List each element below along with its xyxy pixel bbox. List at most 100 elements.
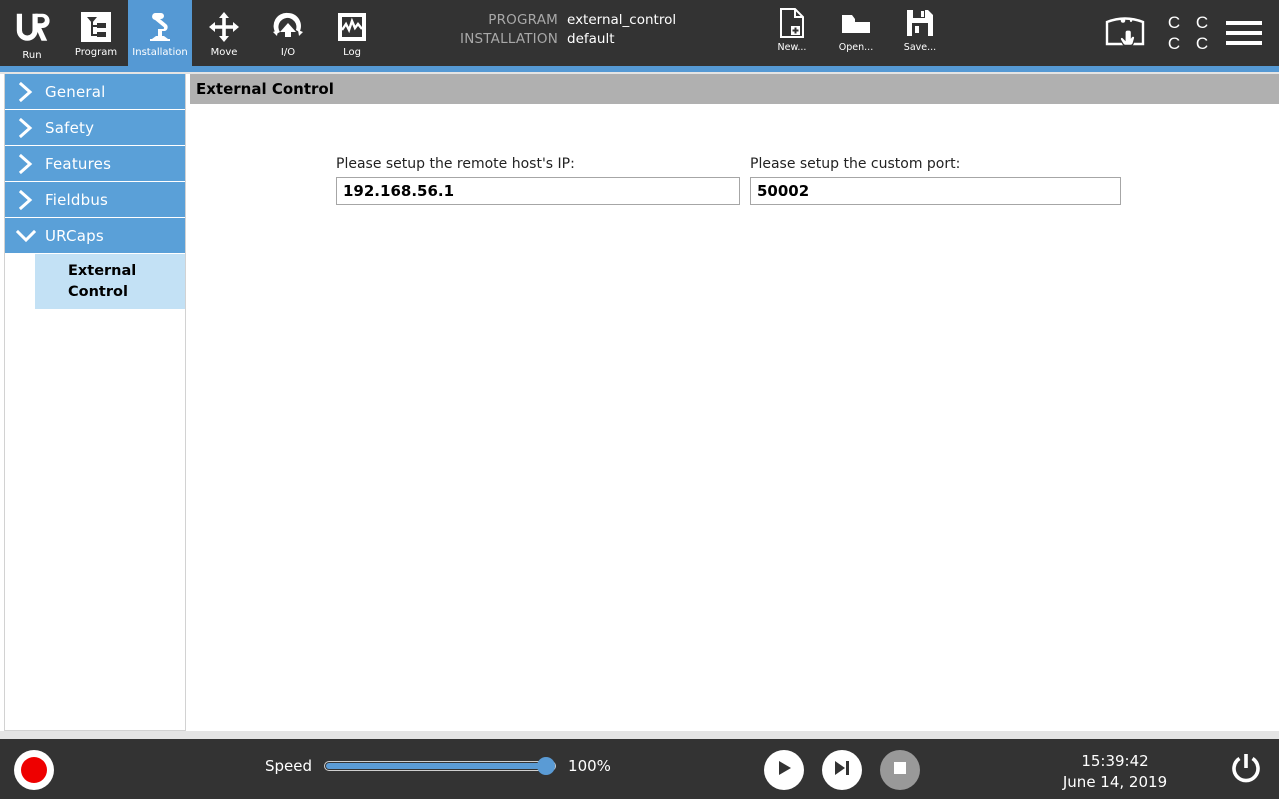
program-name: external_control (567, 11, 676, 30)
emergency-stop-icon[interactable] (14, 750, 54, 790)
file-action-label: New... (778, 42, 807, 53)
sidebar-item-features[interactable]: Features (5, 146, 185, 182)
sidebar-subitem-label: External Control (68, 263, 136, 300)
sidebar-item-label: Features (37, 155, 111, 173)
chevron-right-icon (15, 189, 37, 211)
bottom-divider (0, 731, 1279, 739)
installation-label: INSTALLATION (425, 30, 567, 49)
teach-pendant-touch-icon (1101, 13, 1149, 53)
page-title-text: External Control (196, 80, 334, 98)
play-button[interactable] (764, 750, 804, 790)
remote-host-ip-label: Please setup the remote host's IP: (336, 156, 740, 172)
custom-port-label: Please setup the custom port: (750, 156, 1121, 172)
save-button[interactable]: Save... (888, 6, 952, 53)
new-button[interactable]: New... (760, 6, 824, 53)
nav-tab-label: Installation (132, 47, 187, 58)
hamburger-bar (1226, 31, 1262, 35)
main-content: External Control Please setup the remote… (190, 74, 1279, 731)
program-row: PROGRAM external_control (425, 11, 765, 30)
cc-cell: C (1168, 14, 1180, 32)
new-file-icon (776, 6, 808, 40)
chevron-right-icon (15, 117, 37, 139)
hamburger-bar (1226, 21, 1262, 25)
program-tree-icon (77, 8, 115, 46)
move-arrows-icon (205, 8, 243, 46)
open-button[interactable]: Open... (824, 6, 888, 53)
hamburger-bar (1226, 41, 1262, 45)
step-button[interactable] (822, 750, 862, 790)
nav-tab-io[interactable]: I/O (256, 0, 320, 66)
custom-port-input[interactable] (750, 177, 1121, 205)
sidebar-item-fieldbus[interactable]: Fieldbus (5, 182, 185, 218)
stop-button[interactable] (880, 750, 920, 790)
file-actions: New... Open... (760, 6, 952, 53)
chevron-right-icon (15, 153, 37, 175)
installation-sidebar: General Safety Features (4, 74, 186, 731)
speed-value: 100% (568, 757, 611, 775)
stop-icon (892, 760, 908, 780)
nav-tab-program[interactable]: Program (64, 0, 128, 66)
nav-tab-move[interactable]: Move (192, 0, 256, 66)
clock: 15:39:42 June 14, 2019 (1020, 751, 1210, 793)
clock-time: 15:39:42 (1020, 751, 1210, 772)
nav-tab-label: Log (343, 47, 361, 58)
program-label: PROGRAM (425, 11, 567, 30)
cc-cell: C (1196, 14, 1208, 32)
installation-name: default (567, 30, 615, 49)
emergency-stop-inner (21, 757, 47, 783)
installation-row: INSTALLATION default (425, 30, 765, 49)
nav-tab-log[interactable]: Log (320, 0, 384, 66)
nav-tab-label: Move (211, 47, 238, 58)
robot-arm-icon (141, 8, 179, 46)
custom-port-field-group: Please setup the custom port: (750, 156, 1121, 205)
power-button[interactable] (1228, 753, 1264, 789)
nav-tab-label: Run (22, 50, 41, 61)
cc-cell: C (1196, 35, 1208, 53)
speed-control: Speed 100% (265, 757, 611, 775)
sidebar-item-external-control[interactable]: External Control (35, 254, 185, 309)
teach-pendant-touch-icon-button[interactable] (1090, 8, 1160, 58)
speed-slider[interactable] (324, 760, 556, 772)
nav-tab-run[interactable]: Run (0, 0, 64, 66)
bottom-status-bar: Speed 100% (0, 739, 1279, 799)
speed-slider-knob[interactable] (537, 757, 555, 775)
sidebar-item-general[interactable]: General (5, 74, 185, 110)
ur-polyscope-window: Run Program (0, 0, 1279, 799)
cc-cell: C (1168, 35, 1180, 53)
file-action-label: Open... (839, 42, 873, 53)
sidebar-item-label: General (37, 83, 106, 101)
save-floppy-icon (904, 6, 936, 40)
external-control-form: Please setup the remote host's IP: Pleas… (190, 104, 1279, 731)
hamburger-menu-icon[interactable] (1216, 8, 1272, 58)
remote-host-ip-field-group: Please setup the remote host's IP: (336, 156, 740, 205)
open-folder-icon (840, 6, 872, 40)
nav-tab-label: I/O (281, 47, 295, 58)
power-icon (1229, 752, 1263, 790)
sidebar-item-label: Fieldbus (37, 191, 108, 209)
sidebar-item-urcaps[interactable]: URCaps (5, 218, 185, 254)
speed-slider-fill (326, 763, 548, 769)
top-toolbar: Run Program (0, 0, 1279, 66)
toolbar-right-icons: C C C C (1090, 0, 1272, 66)
play-icon (775, 759, 793, 781)
log-graph-icon (333, 8, 371, 46)
sidebar-item-label: Safety (37, 119, 94, 137)
sidebar-item-safety[interactable]: Safety (5, 110, 185, 146)
clock-date: June 14, 2019 (1020, 772, 1210, 793)
io-circle-arrow-icon (269, 8, 307, 46)
chevron-right-icon (15, 81, 37, 103)
page-title: External Control (190, 74, 1279, 104)
program-info: PROGRAM external_control INSTALLATION de… (425, 11, 765, 49)
chevron-down-icon (15, 225, 37, 247)
transport-controls (764, 750, 920, 790)
main-nav-tabs: Run Program (0, 0, 384, 66)
step-icon (833, 759, 851, 781)
remote-host-ip-input[interactable] (336, 177, 740, 205)
file-action-label: Save... (904, 42, 936, 53)
ur-logo-icon (13, 5, 51, 49)
cc-indicator-grid[interactable]: C C C C (1160, 14, 1216, 53)
speed-label: Speed (265, 757, 312, 775)
sidebar-item-label: URCaps (37, 227, 104, 245)
nav-tab-installation[interactable]: Installation (128, 0, 192, 66)
nav-tab-label: Program (75, 47, 117, 58)
